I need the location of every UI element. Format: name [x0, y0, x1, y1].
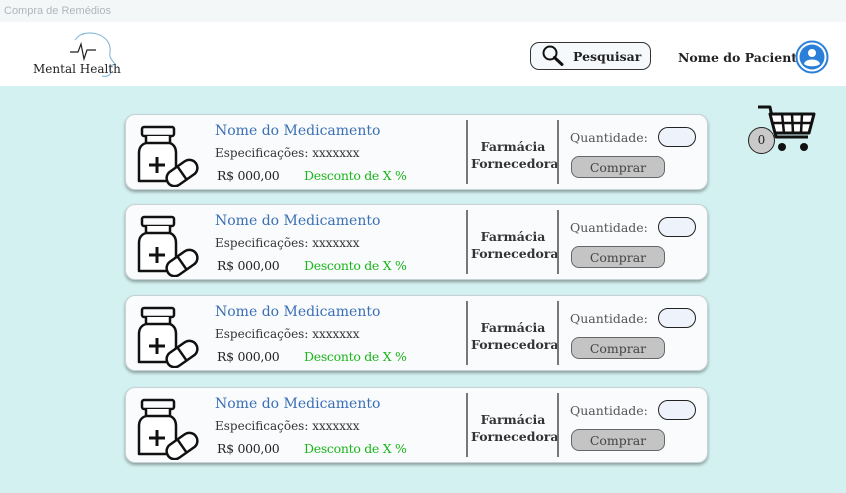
quantity-input[interactable]: [658, 400, 696, 420]
pharmacy-label: Farmácia Fornecedora: [471, 319, 559, 353]
medicine-name[interactable]: Nome do Medicamento: [215, 396, 380, 412]
divider: [466, 393, 468, 457]
logo[interactable]: Mental Health: [30, 30, 121, 80]
buy-button[interactable]: Comprar: [571, 246, 665, 268]
medicine-price: R$ 000,00: [217, 349, 280, 364]
search-label: Pesquisar: [573, 49, 642, 64]
pharmacy-line-1: Farmácia: [480, 412, 546, 427]
quantity-input[interactable]: [658, 127, 696, 147]
medicine-spec: Especificações: xxxxxxx: [215, 146, 360, 160]
medicine-spec: Especificações: xxxxxxx: [215, 419, 360, 433]
product-card: Nome do Medicamento Especificações: xxxx…: [125, 387, 708, 463]
pharmacy-line-1: Farmácia: [480, 229, 546, 244]
medicine-price: R$ 000,00: [217, 441, 280, 456]
medicine-icon: [136, 396, 200, 461]
medicine-name[interactable]: Nome do Medicamento: [215, 213, 380, 229]
divider: [557, 120, 559, 184]
quantity-input[interactable]: [658, 217, 696, 237]
cart-count-badge: 0: [748, 127, 775, 154]
quantity-label: Quantidade:: [570, 403, 648, 418]
buy-button[interactable]: Comprar: [571, 429, 665, 451]
buy-button[interactable]: Comprar: [571, 156, 665, 178]
product-list-area: 0 Nome do Medicamento Especificações: xx…: [0, 86, 846, 493]
search-button[interactable]: Pesquisar: [530, 42, 651, 70]
divider: [466, 210, 468, 274]
logo-text: Mental Health: [33, 62, 121, 76]
medicine-discount: Desconto de X %: [304, 441, 407, 456]
medicine-discount: Desconto de X %: [304, 168, 407, 183]
pharmacy-label: Farmácia Fornecedora: [471, 411, 559, 445]
pharmacy-line-2: Fornecedora: [471, 429, 559, 444]
medicine-discount: Desconto de X %: [304, 258, 407, 273]
product-card: Nome do Medicamento Especificações: xxxx…: [125, 295, 708, 371]
pharmacy-label: Farmácia Fornecedora: [471, 138, 559, 172]
header: Mental Health Pesquisar Nome do Paciente: [0, 22, 846, 86]
pharmacy-line-2: Fornecedora: [471, 337, 559, 352]
quantity-label: Quantidade:: [570, 130, 648, 145]
quantity-label: Quantidade:: [570, 220, 648, 235]
search-icon: [542, 45, 564, 66]
divider: [557, 210, 559, 274]
quantity-input[interactable]: [658, 308, 696, 328]
pharmacy-line-1: Farmácia: [480, 139, 546, 154]
product-card: Nome do Medicamento Especificações: xxxx…: [125, 114, 708, 190]
medicine-discount: Desconto de X %: [304, 349, 407, 364]
medicine-icon: [136, 304, 200, 369]
patient-name[interactable]: Nome do Paciente: [678, 50, 805, 65]
divider: [557, 393, 559, 457]
user-avatar-icon[interactable]: [795, 40, 829, 74]
medicine-price: R$ 000,00: [217, 168, 280, 183]
quantity-label: Quantidade:: [570, 311, 648, 326]
medicine-spec: Especificações: xxxxxxx: [215, 327, 360, 341]
medicine-spec: Especificações: xxxxxxx: [215, 236, 360, 250]
pharmacy-line-1: Farmácia: [480, 320, 546, 335]
window-title-bar: Compra de Remédios: [0, 0, 846, 22]
medicine-name[interactable]: Nome do Medicamento: [215, 123, 380, 139]
divider: [466, 120, 468, 184]
product-card: Nome do Medicamento Especificações: xxxx…: [125, 204, 708, 280]
medicine-icon: [136, 213, 200, 278]
divider: [557, 301, 559, 365]
pharmacy-line-2: Fornecedora: [471, 246, 559, 261]
medicine-price: R$ 000,00: [217, 258, 280, 273]
divider: [466, 301, 468, 365]
pharmacy-line-2: Fornecedora: [471, 156, 559, 171]
pharmacy-label: Farmácia Fornecedora: [471, 228, 559, 262]
window-title: Compra de Remédios: [4, 5, 111, 17]
buy-button[interactable]: Comprar: [571, 337, 665, 359]
medicine-name[interactable]: Nome do Medicamento: [215, 304, 380, 320]
medicine-icon: [136, 123, 200, 188]
